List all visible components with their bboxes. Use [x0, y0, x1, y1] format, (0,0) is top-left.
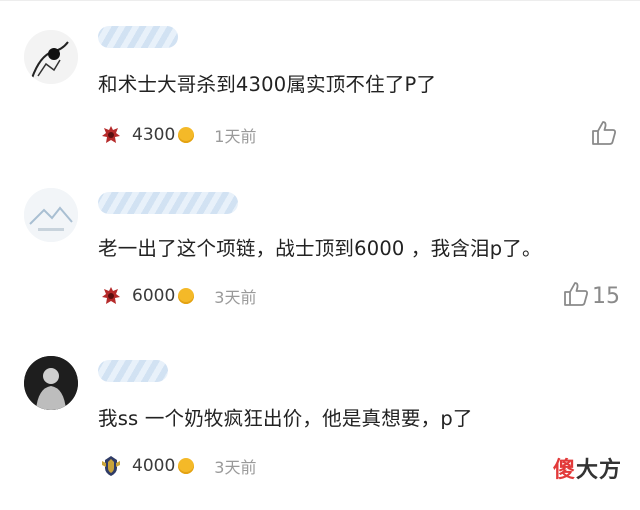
coin-icon: [178, 127, 195, 143]
comment-item: 我ss 一个奶牧疯狂出价，他是真想要，p了 4000 3天前: [0, 340, 640, 510]
comment-text: 我ss 一个奶牧疯狂出价，他是真想要，p了: [98, 407, 473, 430]
comment-meta: 6000 3天前: [100, 284, 256, 308]
points-value: 6000: [132, 286, 176, 306]
comment-text: 和术士大哥杀到4300属实顶不住了P了: [98, 73, 437, 96]
watermark: 傻大方: [553, 452, 622, 484]
watermark-part2: 大方: [575, 458, 622, 483]
like-count: 15: [592, 283, 620, 309]
username[interactable]: [98, 26, 178, 48]
username[interactable]: [98, 360, 168, 382]
points-value: 4300: [132, 125, 176, 145]
avatar[interactable]: [24, 30, 78, 84]
thumbs-up-icon[interactable]: [590, 119, 618, 151]
points-value: 4000: [132, 456, 176, 476]
coin-icon: [178, 288, 195, 304]
comment-meta: 4300 1天前: [100, 123, 256, 147]
timestamp: 3天前: [214, 458, 257, 477]
horde-icon: [100, 124, 122, 146]
watermark-part1: 傻: [552, 458, 576, 483]
horde-icon: [100, 285, 122, 307]
timestamp: 3天前: [214, 288, 257, 307]
comment-item: 老一出了这个项链，战士顶到6000 ，我含泪p了。 6000 3天前 15: [0, 170, 640, 340]
coin-icon: [178, 458, 195, 474]
thumbs-up-icon[interactable]: [562, 280, 590, 312]
alliance-icon: [100, 455, 122, 477]
comment-item: 和术士大哥杀到4300属实顶不住了P了 4300 1天前: [0, 0, 640, 170]
avatar[interactable]: [24, 356, 78, 410]
username[interactable]: [98, 192, 238, 214]
comment-meta: 4000 3天前: [100, 454, 256, 478]
like-button[interactable]: [590, 120, 620, 150]
divider: [0, 0, 640, 1]
comment-text: 老一出了这个项链，战士顶到6000 ，我含泪p了。: [98, 237, 542, 260]
like-button[interactable]: 15: [562, 281, 620, 311]
avatar[interactable]: [24, 188, 78, 242]
timestamp: 1天前: [214, 127, 257, 146]
